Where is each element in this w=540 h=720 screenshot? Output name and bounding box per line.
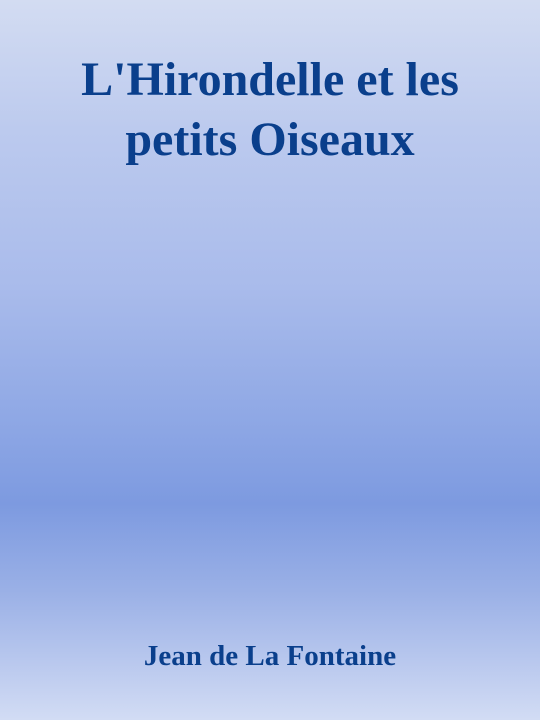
book-title-line-1: L'Hirondelle et les bbox=[81, 53, 459, 106]
book-title: L'Hirondelle et les petits Oiseaux bbox=[0, 50, 540, 170]
book-author: Jean de La Fontaine bbox=[143, 640, 397, 672]
book-cover: L'Hirondelle et les petits Oiseaux Jean … bbox=[0, 0, 540, 720]
book-title-line-2: petits Oiseaux bbox=[125, 113, 415, 166]
